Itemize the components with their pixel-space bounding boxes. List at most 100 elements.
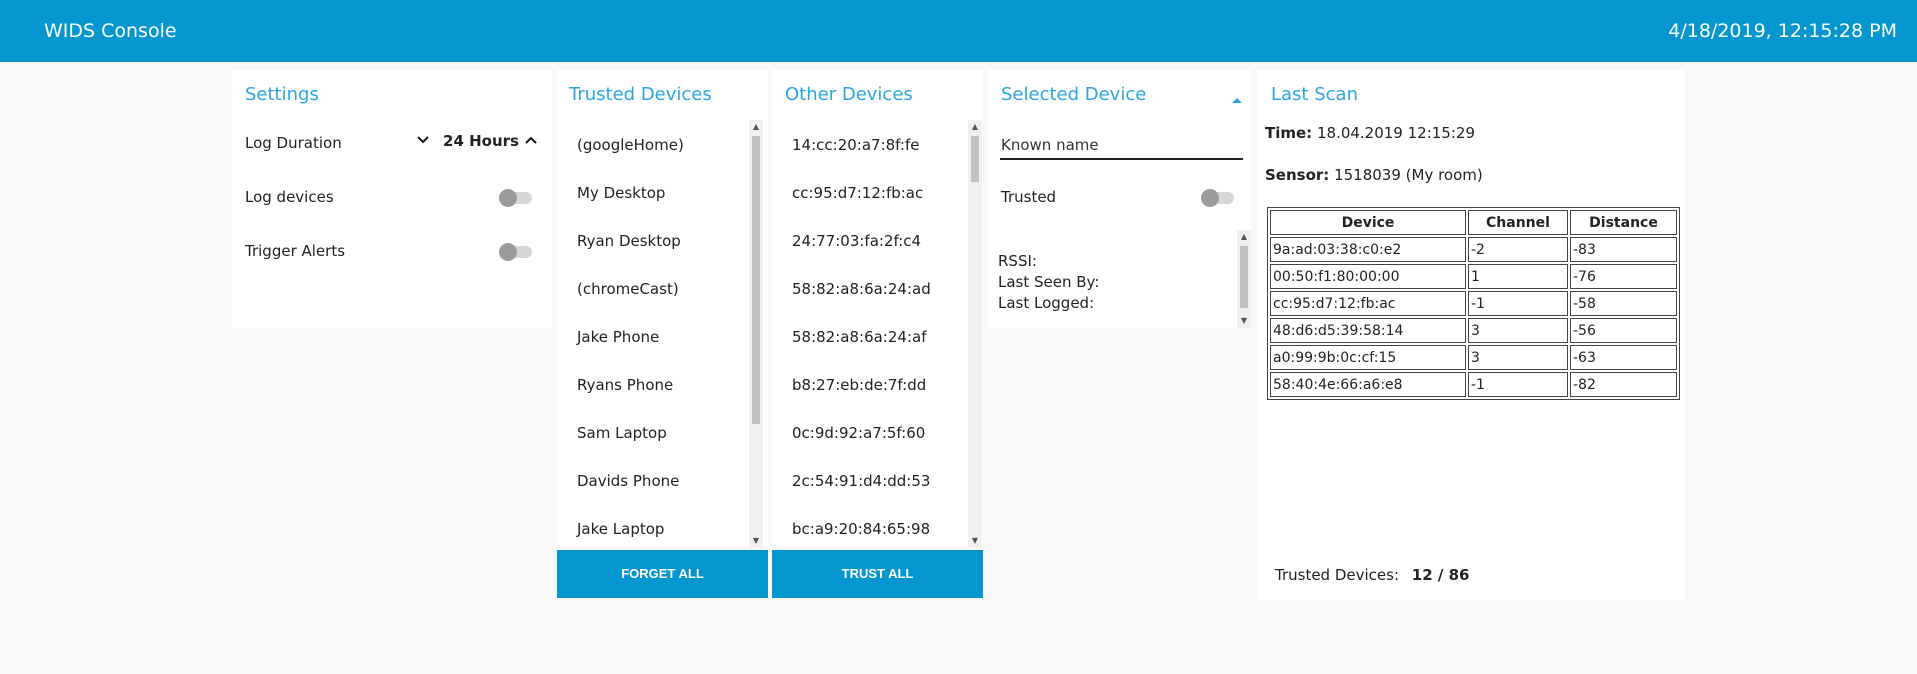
cell-channel: 1 [1468,264,1568,289]
table-header-row: Device Channel Distance [1270,210,1677,235]
trusted-devices-list: (googleHome) My Desktop Ryan Desktop (ch… [557,120,768,548]
info-scrollbar[interactable]: ▲ ▼ [1237,230,1251,328]
list-item[interactable]: Ryan Desktop [577,232,681,250]
column-header-channel: Channel [1468,210,1568,235]
scan-table: Device Channel Distance 9a:ad:03:38:c0:e… [1267,207,1680,400]
table-row: a0:99:9b:0c:cf:15 3 -63 [1270,345,1677,370]
list-item[interactable]: 2c:54:91:d4:dd:53 [792,472,930,490]
rssi-label: RSSI: [998,252,1037,270]
scan-time-value: 18.04.2019 12:15:29 [1316,124,1475,142]
scan-time: Time: 18.04.2019 12:15:29 [1265,124,1475,142]
trigger-alerts-toggle[interactable] [499,243,532,261]
scroll-up-icon[interactable]: ▲ [1237,230,1251,244]
toggle-knob [499,243,517,261]
scan-sensor: Sensor: 1518039 (My room) [1265,166,1483,184]
cell-channel: 3 [1468,345,1568,370]
cell-device: a0:99:9b:0c:cf:15 [1270,345,1466,370]
trusted-devices-panel: Trusted Devices (googleHome) My Desktop … [557,70,768,598]
log-devices-label: Log devices [245,188,334,206]
list-item[interactable]: b8:27:eb:de:7f:dd [792,376,926,394]
scrollbar-thumb[interactable] [752,136,760,424]
cell-distance: -76 [1570,264,1677,289]
toggle-knob [499,189,517,207]
list-item[interactable]: Davids Phone [577,472,679,490]
list-item[interactable]: Jake Phone [577,328,659,346]
list-item[interactable]: (googleHome) [577,136,684,154]
known-name-input[interactable] [1000,132,1243,160]
list-item[interactable]: Jake Laptop [577,520,664,538]
cell-channel: -1 [1468,291,1568,316]
device-info-box: RSSI: Last Seen By: Last Logged: [998,230,1241,328]
settings-panel: Settings Log Duration 24 Hours Log devic… [232,70,552,328]
trusted-devices-count: Trusted Devices: 12 / 86 [1275,566,1469,584]
trusted-toggle[interactable] [1201,189,1234,207]
scan-sensor-label: Sensor: [1265,166,1330,184]
trust-all-button[interactable]: TRUST ALL [772,550,983,598]
log-devices-toggle[interactable] [499,189,532,207]
list-item[interactable]: 0c:9d:92:a7:5f:60 [792,424,925,442]
forget-all-button[interactable]: FORGET ALL [557,550,768,598]
cell-distance: -58 [1570,291,1677,316]
scan-time-label: Time: [1265,124,1313,142]
last-logged-label: Last Logged: [998,294,1095,312]
other-list-scrollbar[interactable]: ▲ ▼ [968,120,982,548]
log-duration-stepper: 24 Hours [412,126,542,156]
caret-up-icon[interactable] [1230,90,1244,109]
list-item[interactable]: cc:95:d7:12:fb:ac [792,184,923,202]
datetime-display: 4/18/2019, 12:15:28 PM [1668,20,1897,42]
table-row: 9a:ad:03:38:c0:e2 -2 -83 [1270,237,1677,262]
cell-device: 00:50:f1:80:00:00 [1270,264,1466,289]
scroll-down-icon[interactable]: ▼ [1237,314,1251,328]
column-header-distance: Distance [1570,210,1677,235]
scan-sensor-value: 1518039 (My room) [1334,166,1483,184]
scrollbar-thumb[interactable] [971,136,979,182]
settings-title: Settings [245,84,319,105]
trusted-devices-count-label: Trusted Devices: [1275,566,1400,584]
list-item[interactable]: 14:cc:20:a7:8f:fe [792,136,919,154]
chevron-up-icon[interactable] [520,128,542,152]
scroll-down-icon[interactable]: ▼ [749,534,763,548]
cell-distance: -83 [1570,237,1677,262]
selected-device-title: Selected Device [1001,84,1147,105]
last-scan-panel: Last Scan Time: 18.04.2019 12:15:29 Sens… [1257,70,1685,600]
last-scan-title: Last Scan [1271,84,1358,105]
table-row: 58:40:4e:66:a6:e8 -1 -82 [1270,372,1677,397]
selected-device-panel: Selected Device Trusted RSSI: Last Seen … [988,70,1251,328]
table-row: 00:50:f1:80:00:00 1 -76 [1270,264,1677,289]
cell-device: 58:40:4e:66:a6:e8 [1270,372,1466,397]
list-item[interactable]: 58:82:a8:6a:24:af [792,328,926,346]
scrollbar-thumb[interactable] [1240,246,1248,308]
list-item[interactable]: Sam Laptop [577,424,667,442]
other-devices-panel: Other Devices 14:cc:20:a7:8f:fe cc:95:d7… [772,70,983,598]
scroll-down-icon[interactable]: ▼ [968,534,982,548]
cell-device: 9a:ad:03:38:c0:e2 [1270,237,1466,262]
list-item[interactable]: (chromeCast) [577,280,679,298]
cell-distance: -63 [1570,345,1677,370]
log-duration-value: 24 Hours [443,132,519,150]
table-row: cc:95:d7:12:fb:ac -1 -58 [1270,291,1677,316]
scroll-up-icon[interactable]: ▲ [968,120,982,134]
app-title: WIDS Console [44,20,177,42]
cell-distance: -56 [1570,318,1677,343]
cell-distance: -82 [1570,372,1677,397]
cell-channel: -2 [1468,237,1568,262]
list-item[interactable]: 24:77:03:fa:2f:c4 [792,232,921,250]
list-item[interactable]: 58:82:a8:6a:24:ad [792,280,931,298]
trusted-label: Trusted [1001,188,1057,206]
trusted-devices-count-value: 12 / 86 [1411,566,1470,584]
cell-device: 48:d6:d5:39:58:14 [1270,318,1466,343]
cell-device: cc:95:d7:12:fb:ac [1270,291,1466,316]
list-item[interactable]: My Desktop [577,184,665,202]
trusted-devices-title: Trusted Devices [569,84,712,105]
list-item[interactable]: Ryans Phone [577,376,673,394]
toggle-knob [1201,189,1219,207]
cell-channel: -1 [1468,372,1568,397]
last-seen-label: Last Seen By: [998,273,1100,291]
trigger-alerts-label: Trigger Alerts [245,242,346,260]
top-bar: WIDS Console 4/18/2019, 12:15:28 PM [0,0,1917,62]
other-devices-title: Other Devices [785,84,913,105]
scroll-up-icon[interactable]: ▲ [749,120,763,134]
trusted-list-scrollbar[interactable]: ▲ ▼ [749,120,763,548]
chevron-down-icon[interactable] [412,128,434,152]
list-item[interactable]: bc:a9:20:84:65:98 [792,520,930,538]
